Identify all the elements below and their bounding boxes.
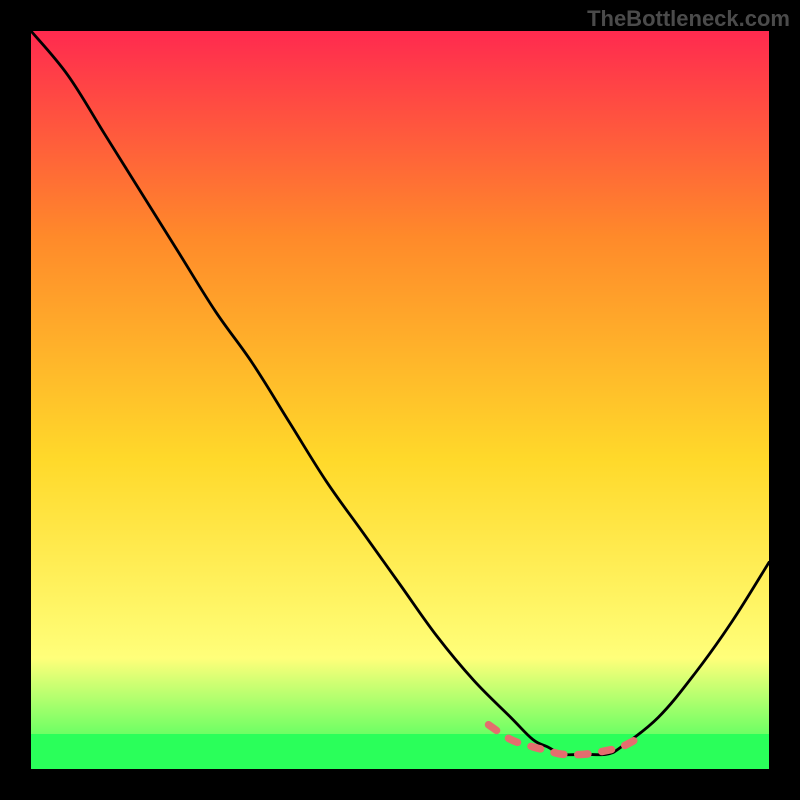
bottom-green-strip <box>31 734 769 769</box>
chart-svg <box>31 31 769 769</box>
gradient-background <box>31 31 769 769</box>
chart-frame: TheBottleneck.com <box>0 0 800 800</box>
plot-area <box>31 31 769 769</box>
watermark-text: TheBottleneck.com <box>587 6 790 32</box>
